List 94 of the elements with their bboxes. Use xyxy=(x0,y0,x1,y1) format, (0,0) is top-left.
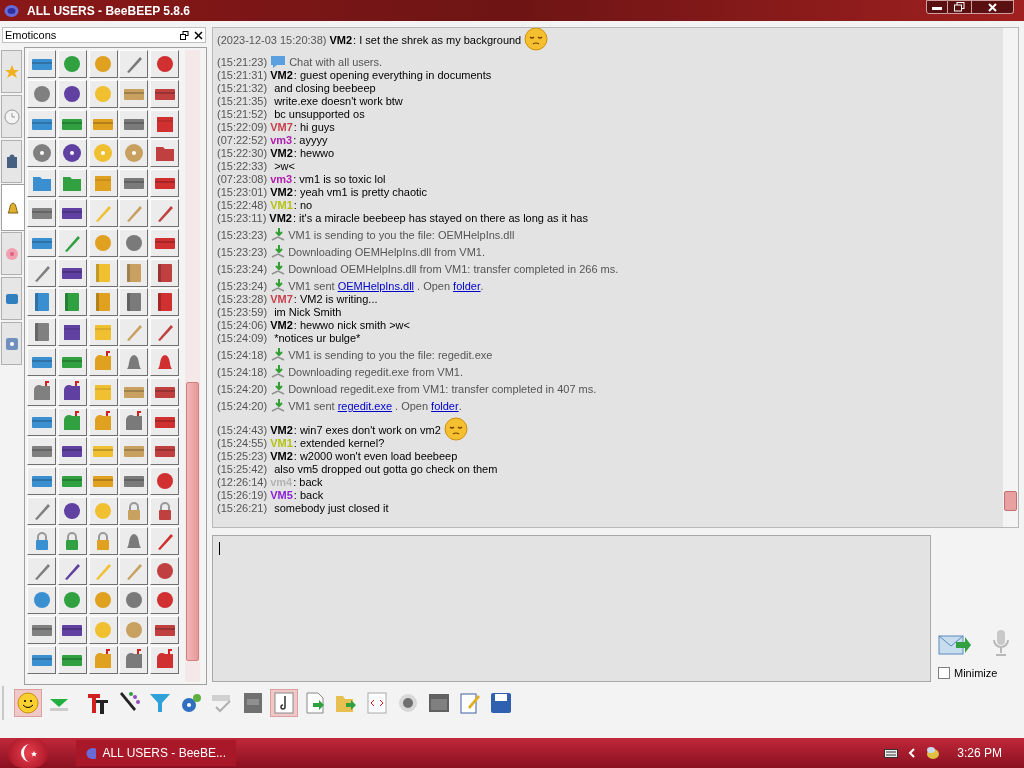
timestamp: (15:24:18) xyxy=(217,349,268,362)
timestamp: (15:23:11) xyxy=(217,212,267,225)
sender-name: VM2 xyxy=(270,319,293,332)
file-link[interactable]: folder xyxy=(431,400,459,413)
sender-name: VM7 xyxy=(270,293,293,306)
message-text: *notices ur bulge* xyxy=(274,332,361,345)
sender-name: VM2 xyxy=(270,424,293,437)
timestamp: (15:21:35) xyxy=(217,95,268,108)
timestamp: (15:24:06) xyxy=(217,319,268,332)
file-link[interactable]: OEMHelpIns.dll xyxy=(337,280,415,293)
timestamp: (15:23:24) xyxy=(217,280,268,293)
message-text: : win7 exes don't work on vm2 xyxy=(293,424,441,437)
timestamp: (15:22:33) xyxy=(217,160,268,173)
timestamp: (15:23:23) xyxy=(217,246,268,259)
message-text: write.exe doesn't work btw xyxy=(274,95,403,108)
timestamp: (15:25:42) xyxy=(217,463,268,476)
window-title: ALL USERS - BeeBEEP 5.8.6 xyxy=(27,2,190,20)
message-text: : w2000 won't even load beebeep xyxy=(293,450,458,463)
transfer-text: Downloading regedit.exe from VM1. xyxy=(288,366,464,379)
transfer-text: Download OEMHelpIns.dll from VM1: transfer completed in 266 ms. xyxy=(288,263,619,276)
message-text: : it's a miracle beebeep has stayed on there as long as it has xyxy=(292,212,588,225)
timestamp: (07:22:52) xyxy=(217,134,268,147)
transfer-text: Downloading OEMHelpIns.dll from VM1. xyxy=(288,246,485,259)
timestamp: (15:24:18) xyxy=(217,366,268,379)
sender-name: VM2 xyxy=(329,34,353,47)
transfer-text: . Open xyxy=(395,400,429,413)
timestamp: (15:21:52) xyxy=(217,108,268,121)
timestamp: (15:23:23) xyxy=(217,229,268,242)
message-text: : hewwo xyxy=(293,147,335,160)
message-text: : no xyxy=(293,199,313,212)
transfer-text: . Open xyxy=(417,280,451,293)
message-text: : vm1 is so toxic lol xyxy=(293,173,386,186)
info-text: Chat with all users. xyxy=(289,56,383,69)
message-text: : hewwo nick smith >w< xyxy=(293,319,410,332)
timestamp: (15:24:20) xyxy=(217,383,268,396)
sender-name: VM2 xyxy=(270,147,293,160)
sender-name: vm3 xyxy=(270,173,293,186)
timestamp: (15:23:01) xyxy=(217,186,268,199)
timestamp: (15:21:32) xyxy=(217,82,268,95)
timestamp: (15:22:09) xyxy=(217,121,268,134)
sender-name: VM2 xyxy=(270,186,293,199)
message-text: : back xyxy=(293,476,323,489)
timestamp: (15:24:43) xyxy=(217,424,268,437)
message-text: im Nick Smith xyxy=(274,306,342,319)
timestamp: (15:21:31) xyxy=(217,69,268,82)
transfer-text: VM1 sent xyxy=(288,280,335,293)
message-text: : hi guys xyxy=(293,121,335,134)
transfer-text: Download regedit.exe from VM1: transfer completed in 407 ms. xyxy=(288,383,597,396)
timestamp: (15:26:21) xyxy=(217,502,268,515)
sender-name: VM1 xyxy=(270,199,293,212)
timestamp: (15:22:48) xyxy=(217,199,268,212)
file-link[interactable]: regedit.exe xyxy=(337,400,393,413)
transfer-text: VM1 is sending to you the file: OEMHelpIns.dll xyxy=(288,229,515,242)
message-text: : ayyyy xyxy=(293,134,328,147)
timestamp: (15:23:59) xyxy=(217,306,268,319)
message-text: : VM2 is writing... xyxy=(293,293,378,306)
timestamp: (15:25:23) xyxy=(217,450,268,463)
timestamp: (15:24:55) xyxy=(217,437,268,450)
panel-title: Emoticons xyxy=(5,27,57,43)
timestamp: (07:23:08) xyxy=(217,173,268,186)
timestamp: (15:21:23) xyxy=(217,56,268,69)
message-text: : extended kernel? xyxy=(293,437,385,450)
sender-name: VM2 xyxy=(270,450,293,463)
transfer-text: . xyxy=(480,280,484,293)
timestamp: (12:26:14) xyxy=(217,476,268,489)
message-text: : I set the shrek as my background xyxy=(353,34,522,47)
message-text: somebody just closed it xyxy=(274,502,389,515)
sender-name: VM2 xyxy=(270,69,293,82)
message-text: bc unsupported os xyxy=(274,108,365,121)
timestamp: (15:22:30) xyxy=(217,147,268,160)
sender-name: VM2 xyxy=(269,212,292,225)
transfer-text: VM1 is sending to you the file: regedit.exe xyxy=(288,349,493,362)
timestamp: (15:23:24) xyxy=(217,263,268,276)
message-text: : back xyxy=(293,489,324,502)
message-text: : yeah vm1 is pretty chaotic xyxy=(293,186,428,199)
sender-name: VM5 xyxy=(270,489,293,502)
sender-name: vm3 xyxy=(270,134,293,147)
transfer-text: . xyxy=(458,400,462,413)
clock: 3:26 PM xyxy=(957,745,1002,762)
taskbar-button[interactable]: ALL USERS - BeeBE... xyxy=(76,740,236,766)
timestamp: (15:24:09) xyxy=(217,332,268,345)
sender-name: VM7 xyxy=(270,121,293,134)
timestamp: (2023-12-03 15:20:38) xyxy=(217,34,327,47)
message-text: also vm5 dropped out gotta go check on them xyxy=(274,463,498,476)
file-link[interactable]: folder xyxy=(453,280,481,293)
timestamp: (15:26:19) xyxy=(217,489,268,502)
message-text: >w< xyxy=(274,160,295,173)
timestamp: (15:23:28) xyxy=(217,293,268,306)
minimize-label: Minimize xyxy=(954,665,998,681)
timestamp: (15:24:20) xyxy=(217,400,268,413)
message-text: : guest opening everything in documents xyxy=(293,69,492,82)
sender-name: VM1 xyxy=(270,437,293,450)
transfer-text: VM1 sent xyxy=(288,400,335,413)
message-text: and closing beebeep xyxy=(274,82,376,95)
